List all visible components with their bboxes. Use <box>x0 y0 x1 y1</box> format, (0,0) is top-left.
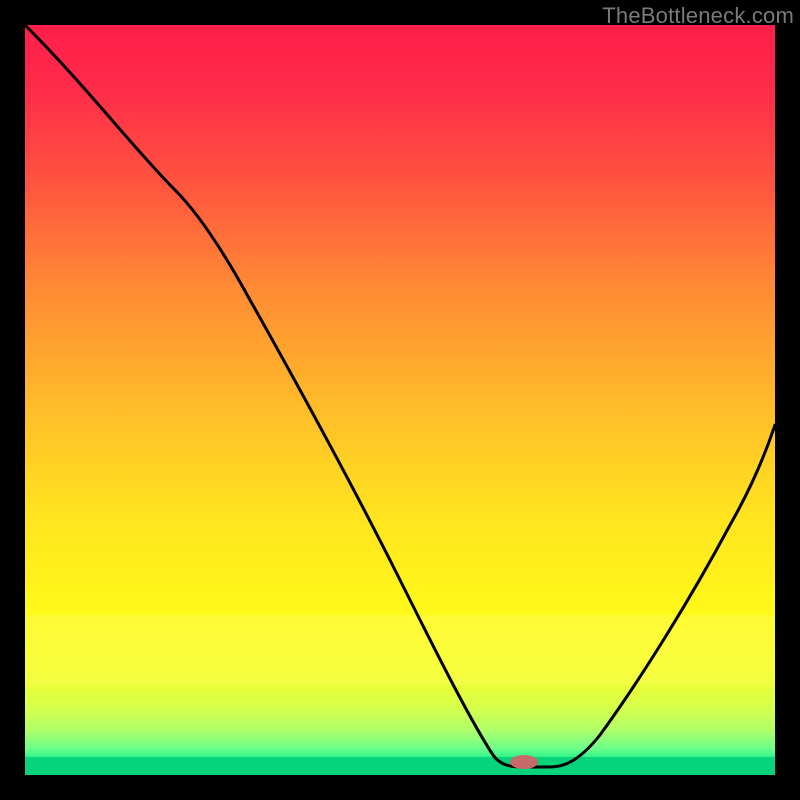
plot-svg <box>25 25 775 775</box>
optimal-marker <box>510 755 538 769</box>
plot-area <box>25 25 775 775</box>
bottom-green-strip <box>25 757 775 775</box>
band-highlight <box>25 615 775 685</box>
chart-stage: TheBottleneck.com <box>0 0 800 800</box>
